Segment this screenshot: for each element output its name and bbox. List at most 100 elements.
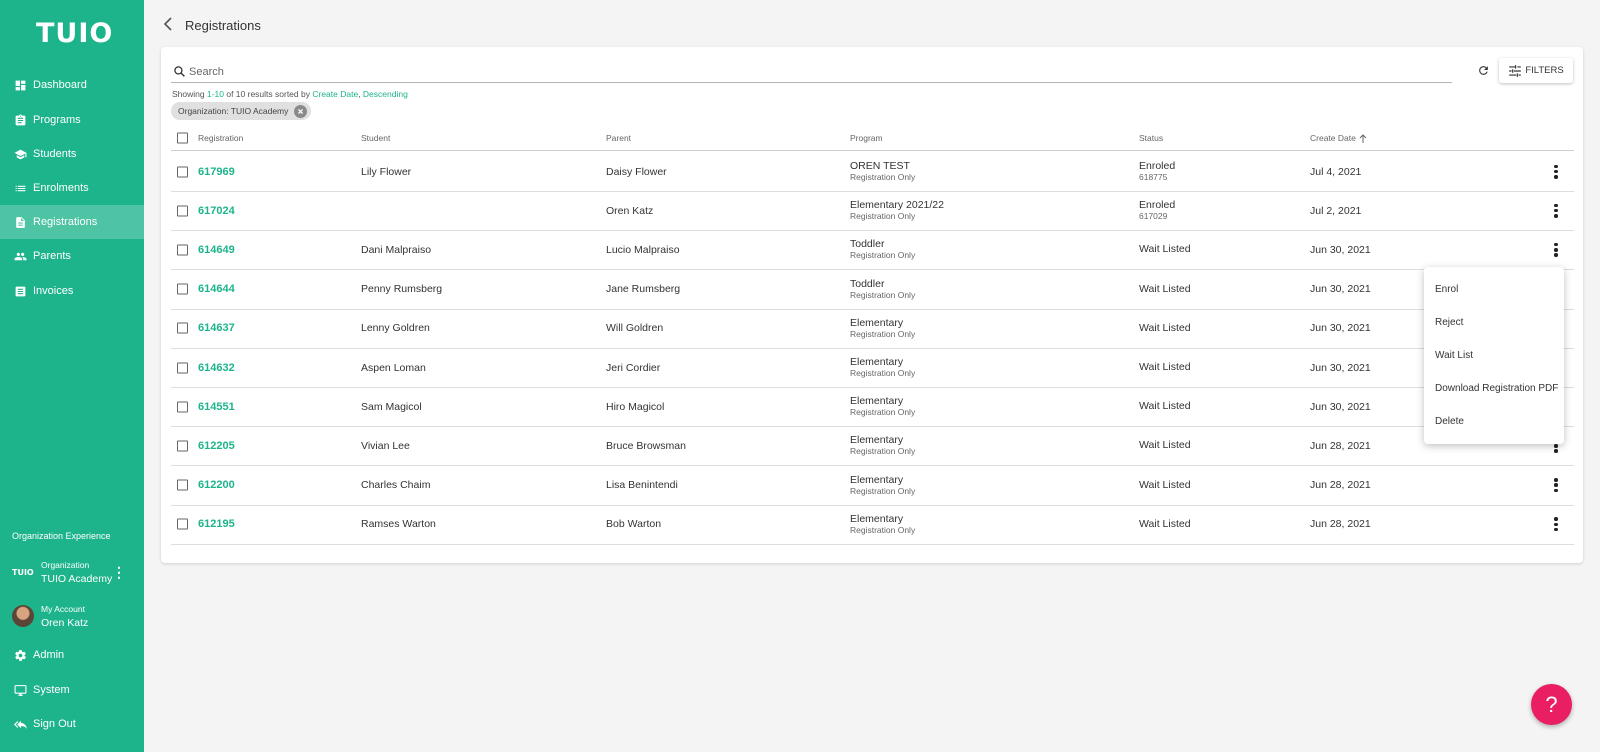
table-row[interactable]: 617969 Lily Flower Daisy Flower OREN TES… [171, 152, 1574, 192]
filter-chip-label: Organization: TUIO Academy [178, 106, 289, 116]
program-name: Elementary [850, 316, 904, 329]
chevron-left-icon[interactable] [162, 17, 174, 31]
organization-switcher[interactable]: TUIO Organization TUIO Academy ⋮ [12, 558, 142, 586]
table-row[interactable]: 614637 Lenny Goldren Will Goldren Elemen… [171, 309, 1574, 349]
registration-id-link[interactable]: 614632 [198, 348, 235, 387]
column-header-program[interactable]: Program [850, 126, 883, 150]
search-input[interactable] [189, 65, 1419, 78]
table-row[interactable]: 617024 Oren Katz Elementary 2021/22 Regi… [171, 191, 1574, 232]
organization-name: TUIO Academy [41, 573, 113, 585]
menu-item-enrol[interactable]: Enrol [1424, 273, 1564, 306]
row-checkbox[interactable] [177, 283, 188, 295]
sidebar-item-enrolments[interactable]: Enrolments [0, 171, 144, 205]
row-checkbox[interactable] [177, 401, 188, 413]
parent-name: Hiro Magicol [606, 400, 665, 413]
sidebar-item-dashboard[interactable]: Dashboard [0, 68, 144, 102]
row-checkbox[interactable] [177, 362, 188, 373]
table-row[interactable]: 614644 Penny Rumsberg Jane Rumsberg Todd… [171, 270, 1574, 310]
menu-item-reject[interactable]: Reject [1424, 306, 1564, 339]
my-account[interactable]: My Account Oren Katz [12, 602, 142, 630]
registration-id-link[interactable]: 614649 [198, 230, 235, 269]
program-name: Elementary [850, 395, 904, 408]
more-vert-icon[interactable] [1554, 517, 1558, 532]
row-checkbox[interactable] [177, 322, 188, 334]
row-checkbox[interactable] [177, 479, 188, 491]
program-cell: Elementary Registration Only [850, 466, 915, 505]
registration-id-link[interactable]: 614551 [198, 387, 235, 426]
refresh-icon[interactable] [1477, 64, 1490, 77]
more-vert-icon[interactable] [1554, 203, 1558, 218]
sidebar-item-students[interactable]: Students [0, 137, 144, 171]
row-checkbox[interactable] [177, 166, 188, 177]
filters-button[interactable]: FILTERS [1499, 58, 1573, 83]
create-date: Jun 30, 2021 [1310, 243, 1371, 256]
results-middle: of 10 results sorted by [223, 89, 313, 99]
more-vert-icon[interactable] [1554, 478, 1558, 493]
column-header-registration[interactable]: Registration [198, 126, 243, 150]
menu-item-download-pdf[interactable]: Download Registration PDF [1424, 372, 1564, 405]
list-icon [15, 185, 26, 191]
status-cell: Enroled 618775 [1139, 152, 1175, 191]
row-checkbox[interactable] [177, 518, 188, 530]
chip-remove-icon[interactable] [294, 104, 308, 118]
row-checkbox[interactable] [177, 205, 188, 217]
table-row[interactable]: 614632 Aspen Loman Jeri Cordier Elementa… [171, 348, 1574, 388]
sort-field-link[interactable]: Create Date [312, 89, 358, 99]
select-all-checkbox[interactable] [177, 132, 188, 144]
create-date: Jun 28, 2021 [1310, 518, 1371, 531]
more-vert-icon[interactable]: ⋮ [112, 564, 126, 581]
status-cell: Wait Listed [1139, 230, 1191, 269]
sidebar-item-system[interactable]: System [0, 673, 144, 707]
table-row[interactable]: 612200 Charles Chaim Lisa Benintendi Ele… [171, 466, 1574, 506]
registration-id-link[interactable]: 612200 [198, 466, 235, 505]
registration-id-link[interactable]: 612205 [198, 426, 235, 465]
table-row[interactable]: 614649 Dani Malpraiso Lucio Malpraiso To… [171, 230, 1574, 271]
more-vert-icon[interactable] [1554, 242, 1558, 257]
sidebar-item-parents[interactable]: Parents [0, 239, 144, 273]
parent-name: Bob Warton [606, 518, 662, 531]
column-header-student[interactable]: Student [361, 126, 390, 150]
program-subtitle: Registration Only [850, 250, 916, 261]
registration-id-link[interactable]: 612195 [198, 505, 235, 544]
status-cell: Enroled 617029 [1139, 191, 1175, 230]
help-button[interactable]: ? [1531, 684, 1572, 725]
table-row[interactable]: 612205 Vivian Lee Bruce Browsman Element… [171, 426, 1574, 467]
registration-id-link[interactable]: 617024 [198, 191, 235, 230]
program-subtitle: Registration Only [850, 446, 916, 457]
program-subtitle: Registration Only [850, 368, 916, 378]
create-date: Jul 4, 2021 [1310, 165, 1362, 178]
more-vert-icon[interactable] [1554, 164, 1558, 179]
menu-item-delete[interactable]: Delete [1424, 405, 1564, 438]
sidebar-item-label: Programs [33, 114, 81, 126]
column-header-parent[interactable]: Parent [606, 126, 631, 150]
sidebar-item-invoices[interactable]: Invoices [0, 274, 144, 308]
invoice-icon [15, 286, 26, 296]
program-cell: Elementary Registration Only [850, 348, 915, 387]
create-date: Jun 30, 2021 [1310, 361, 1371, 374]
sort-direction-link[interactable]: Descending [363, 89, 408, 99]
status-cell: Wait Listed [1139, 348, 1191, 387]
sidebar-item-programs[interactable]: Programs [0, 103, 144, 137]
row-checkbox[interactable] [177, 440, 188, 452]
registrations-card: FILTERS Showing 1-10 of 10 results sorte… [161, 47, 1583, 563]
sidebar-item-sign-out[interactable]: Sign Out [0, 707, 144, 741]
tuio-logo[interactable]: TUIO [36, 18, 113, 49]
status-text: Wait Listed [1139, 282, 1191, 295]
row-checkbox[interactable] [177, 244, 188, 256]
table-row[interactable]: 614551 Sam Magicol Hiro Magicol Elementa… [171, 387, 1574, 428]
menu-item-wait-list[interactable]: Wait List [1424, 339, 1564, 372]
registration-id-link[interactable]: 617969 [198, 152, 235, 191]
program-subtitle: Registration Only [850, 289, 916, 300]
column-header-status[interactable]: Status [1139, 126, 1163, 150]
program-subtitle: Registration Only [850, 407, 916, 418]
registration-id-link[interactable]: 614644 [198, 270, 235, 309]
arrow-up-icon[interactable] [1359, 133, 1367, 143]
program-subtitle: Registration Only [850, 211, 916, 222]
registration-id-link[interactable]: 614637 [198, 309, 235, 348]
sidebar-item-admin[interactable]: Admin [0, 638, 144, 672]
create-date: Jun 30, 2021 [1310, 400, 1371, 413]
table-row[interactable]: 612195 Ramses Warton Bob Warton Elementa… [171, 505, 1574, 545]
status-cell: Wait Listed [1139, 387, 1191, 426]
sidebar-item-registrations[interactable]: Registrations [0, 205, 144, 239]
column-header-create-date[interactable]: Create Date [1310, 126, 1367, 150]
